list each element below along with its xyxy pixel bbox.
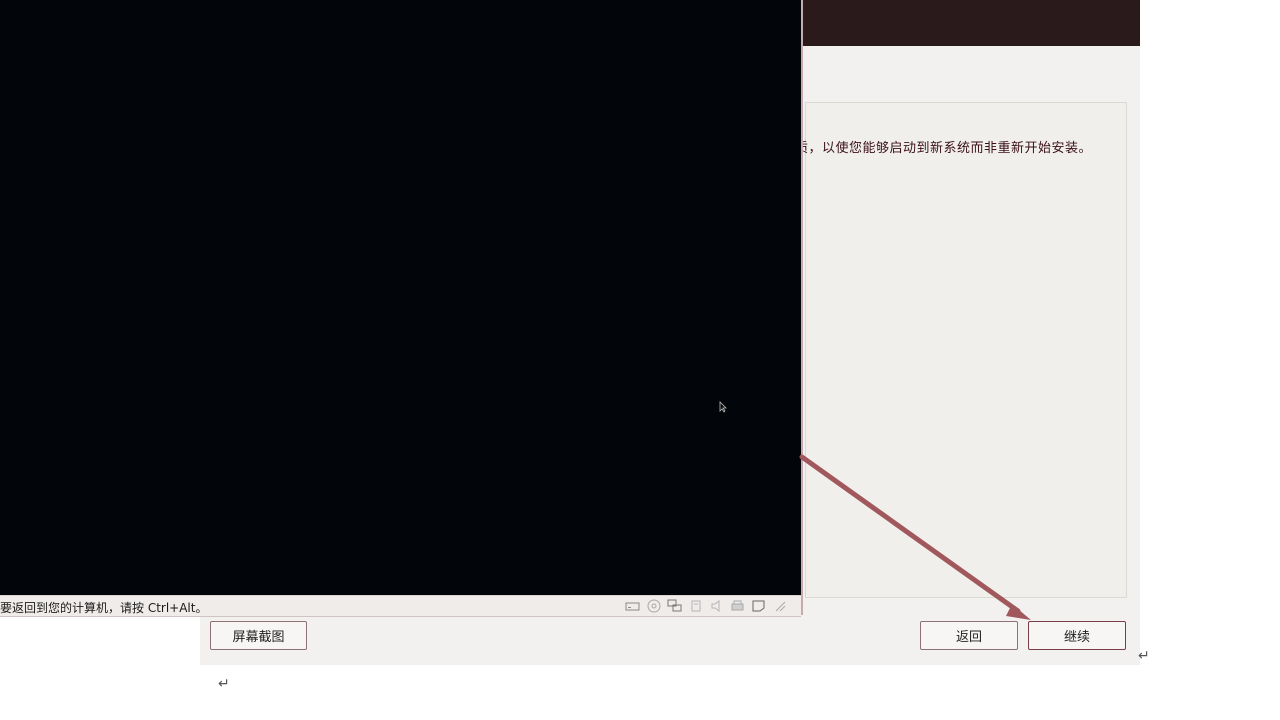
installer-body-text: 质，以使您能够启动到新系统而非重新开始安装。 (795, 141, 1093, 156)
vm-screen[interactable] (0, 0, 800, 595)
paragraph-mark-icon: ↵ (218, 676, 230, 692)
vm-window[interactable]: 要返回到您的计算机，请按 Ctrl+Alt。 (0, 0, 803, 617)
resize-grip-icon[interactable] (771, 599, 788, 614)
usb-icon[interactable] (687, 599, 704, 614)
audio-icon[interactable] (708, 599, 725, 614)
paragraph-mark-icon: ↵ (1138, 648, 1150, 664)
optical-drive-icon[interactable] (645, 599, 662, 614)
installer-header-bar (800, 0, 1140, 46)
screenshot-button[interactable]: 屏幕截图 (210, 621, 307, 650)
printer-icon[interactable] (729, 599, 746, 614)
vm-status-bar: 要返回到您的计算机，请按 Ctrl+Alt。 (0, 595, 801, 617)
network-icon[interactable] (666, 599, 683, 614)
vm-status-icons (624, 598, 788, 614)
back-button[interactable]: 返回 (920, 621, 1018, 650)
hard-disk-icon[interactable] (624, 599, 641, 614)
installer-content-box (805, 102, 1127, 598)
mouse-cursor-icon (719, 398, 727, 417)
vm-status-text: 要返回到您的计算机，请按 Ctrl+Alt。 (0, 601, 208, 615)
message-icon[interactable] (750, 599, 767, 614)
continue-button[interactable]: 继续 (1028, 621, 1126, 650)
